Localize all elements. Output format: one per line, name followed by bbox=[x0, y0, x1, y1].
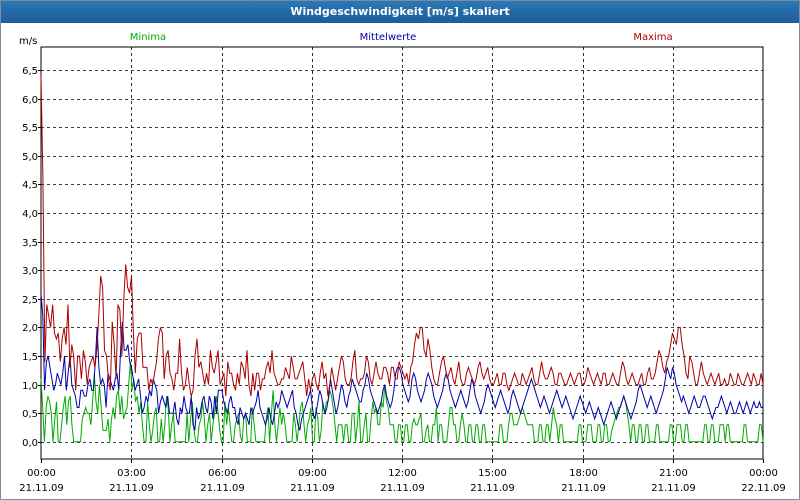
x-tick-time: 00:00 bbox=[749, 468, 778, 479]
y-tick-label: 3,5 bbox=[22, 238, 38, 249]
x-tick-time: 00:00 bbox=[27, 468, 56, 479]
x-tick-time: 03:00 bbox=[117, 468, 146, 479]
y-tick-label: 0,0 bbox=[22, 438, 38, 449]
x-tick-time: 18:00 bbox=[569, 468, 598, 479]
y-tick-label: 1,0 bbox=[22, 381, 38, 392]
x-tick-time: 09:00 bbox=[298, 468, 327, 479]
window-title: Windgeschwindigkeit [m/s] skaliert bbox=[1, 1, 799, 23]
plot-frame bbox=[40, 46, 764, 460]
y-tick-label: 2,5 bbox=[22, 295, 38, 306]
y-tick-label: 5,5 bbox=[22, 123, 38, 134]
legend-item-minima: Minima bbox=[130, 32, 166, 43]
x-tick-date: 21.11.09 bbox=[290, 483, 335, 494]
y-tick-label: 6,0 bbox=[22, 95, 38, 106]
x-tick-date: 21.11.09 bbox=[200, 483, 245, 494]
y-tick-label: 2,0 bbox=[22, 323, 38, 334]
x-tick-date: 22.11.09 bbox=[741, 483, 786, 494]
y-tick-label: 4,0 bbox=[22, 209, 38, 220]
legend-item-mittelwerte: Mittelwerte bbox=[360, 32, 417, 43]
x-tick-date: 21.11.09 bbox=[19, 483, 64, 494]
legend: Minima Mittelwerte Maxima bbox=[130, 32, 673, 43]
x-tick-time: 21:00 bbox=[659, 468, 688, 479]
legend-item-maxima: Maxima bbox=[633, 32, 672, 43]
x-tick-date: 21.11.09 bbox=[109, 483, 154, 494]
x-tick-date: 21.11.09 bbox=[651, 483, 696, 494]
wind-speed-chart: 0,0 0,5 1,0 1,5 2,0 2,5 3,0 3,5 4,0 4,5 5,0 5,5 6,0 6… bbox=[19, 32, 786, 494]
y-tick-label: 3,0 bbox=[22, 266, 38, 277]
x-tick-date: 21.11.09 bbox=[470, 483, 515, 494]
y-tick-label: 5,0 bbox=[22, 152, 38, 163]
y-tick-label: 1,5 bbox=[22, 352, 38, 363]
y-tick-label: 0,5 bbox=[22, 409, 38, 420]
y-axis-label: m/s bbox=[19, 36, 37, 47]
x-tick-date: 21.11.09 bbox=[380, 483, 425, 494]
y-tick-label: 6,5 bbox=[22, 66, 38, 77]
x-tick-date: 21.11.09 bbox=[561, 483, 606, 494]
y-tick-label: 4,5 bbox=[22, 180, 38, 191]
plot-area bbox=[40, 46, 764, 460]
x-tick-time: 06:00 bbox=[208, 468, 237, 479]
x-tick-time: 12:00 bbox=[388, 468, 417, 479]
x-tick-time: 15:00 bbox=[478, 468, 507, 479]
chart-window: Windgeschwindigkeit [m/s] skaliert 0,0 0,… bbox=[0, 0, 800, 500]
